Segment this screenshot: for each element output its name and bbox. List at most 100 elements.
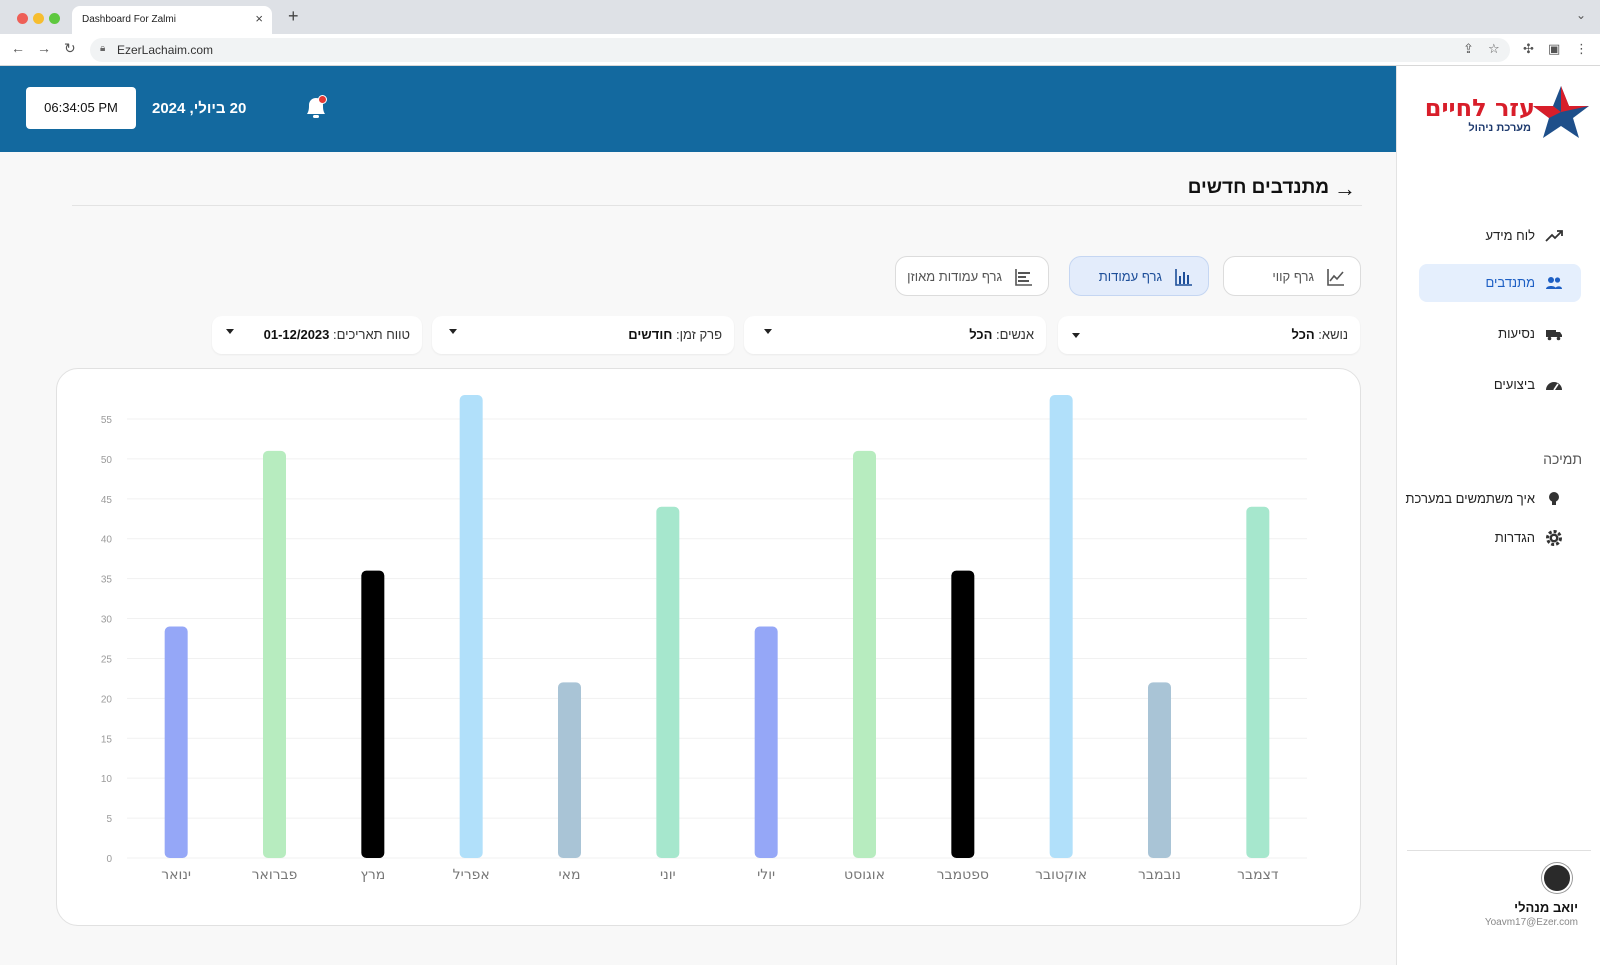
dropdown-caret-icon xyxy=(449,329,457,334)
users-icon xyxy=(1546,277,1562,289)
clock-display: 06:34:05 PM xyxy=(26,87,136,129)
toggle-line-chart[interactable]: גרף קווי xyxy=(1223,256,1361,296)
x-tick-label: אפריל xyxy=(453,867,490,883)
filter-value: הכל xyxy=(969,327,993,342)
back-arrow-icon[interactable]: → xyxy=(1334,176,1356,202)
bar xyxy=(951,570,975,858)
share-icon[interactable]: ⇪ xyxy=(1463,41,1474,57)
support-heading: תמיכה xyxy=(1543,451,1582,467)
notification-bell-icon[interactable] xyxy=(303,94,329,127)
gauge-icon xyxy=(1546,382,1562,391)
sidebar-item-performance[interactable]: ביצועים xyxy=(1419,366,1581,404)
sidebar-item-settings[interactable]: הגדרות xyxy=(1419,519,1581,557)
sidebar-item-label: איך משתמשים במערכת xyxy=(1405,491,1535,506)
trend-icon xyxy=(1545,230,1563,242)
bar xyxy=(1246,506,1270,858)
logo-text: עזר לחיים xyxy=(1424,94,1535,122)
url-field[interactable]: 🔒︎ EzerLachaim.com xyxy=(90,38,1510,62)
y-tick-label: 30 xyxy=(101,615,113,626)
filter-date-range[interactable]: טווח תאריכים: 01-12/2023 xyxy=(212,316,422,354)
y-tick-label: 50 xyxy=(101,455,113,466)
line-chart-icon xyxy=(1327,269,1344,286)
new-tab-icon[interactable]: + xyxy=(288,6,299,27)
user-email: Yoavm17@Ezer.com xyxy=(1484,917,1578,928)
browser-tab[interactable]: Dashboard For Zalmi × xyxy=(72,6,272,36)
sidebar-item-label: הגדרות xyxy=(1494,530,1535,545)
tab-close-icon[interactable]: × xyxy=(255,11,263,26)
y-tick-label: 15 xyxy=(101,734,113,745)
x-tick-label: ספטמבר xyxy=(937,867,989,883)
horizontal-bar-chart-icon xyxy=(1015,269,1032,286)
close-window-dot[interactable] xyxy=(17,13,28,24)
bar xyxy=(1049,395,1073,858)
logo[interactable]: עזר לחיים מערכת ניהול xyxy=(1415,76,1595,138)
maximize-window-dot[interactable] xyxy=(49,13,60,24)
reload-icon[interactable]: ↻ xyxy=(64,40,76,57)
toggle-label: גרף עמודות xyxy=(1098,269,1162,284)
sidebar-item-dashboard[interactable]: לוח מידע xyxy=(1419,217,1581,255)
filter-time-period[interactable]: פרק זמן: חודשים xyxy=(432,316,734,354)
y-tick-label: 0 xyxy=(106,854,112,865)
x-tick-label: יוני xyxy=(660,867,676,883)
address-bar: ← → ↻ 🔒︎ EzerLachaim.com ⇪ ☆ ✣ ▣ ⋮ xyxy=(0,34,1600,66)
dropdown-caret-icon xyxy=(1072,333,1080,338)
filter-value: 01-12/2023 xyxy=(263,327,330,342)
forward-icon[interactable]: → xyxy=(37,40,51,56)
date-display: 20 ביולי, 2024 xyxy=(152,100,247,117)
page-title: מתנדבים חדשים xyxy=(1187,177,1329,198)
filter-subject[interactable]: נושא: הכל xyxy=(1058,316,1360,354)
extensions-icon[interactable]: ✣ xyxy=(1523,41,1534,57)
url-text: EzerLachaim.com xyxy=(117,43,214,57)
browser-menu-icon[interactable]: ⋮ xyxy=(1575,41,1588,57)
minimize-window-dot[interactable] xyxy=(33,13,44,24)
x-tick-label: יולי xyxy=(757,867,775,883)
filter-label: טווח תאריכים: 01-12/2023 xyxy=(263,327,410,342)
chart-card: 0 5 10 15 20 25 30 35 40 45 50 55 ינואר פברואר מרץ אפרי… xyxy=(56,368,1361,926)
dropdown-caret-icon xyxy=(226,329,234,334)
bar xyxy=(1148,682,1171,858)
y-tick-label: 45 xyxy=(101,495,113,506)
browser-tab-bar: Dashboard For Zalmi × + ⌄ xyxy=(0,0,1600,36)
bar xyxy=(656,506,680,858)
toggle-horizontal-bar-chart[interactable]: גרף עמודות מאוזן xyxy=(895,256,1049,296)
y-tick-label: 20 xyxy=(101,694,113,705)
x-tick-label: פברואר xyxy=(252,867,298,883)
tab-menu-chevron-icon[interactable]: ⌄ xyxy=(1576,8,1586,22)
sidebar-item-label: נסיעות xyxy=(1498,326,1535,341)
side-panel-icon[interactable]: ▣ xyxy=(1548,41,1560,57)
filter-label: אנשים: הכל xyxy=(969,327,1034,342)
bar xyxy=(263,450,286,858)
avatar[interactable] xyxy=(1542,863,1572,893)
bar xyxy=(754,626,778,858)
tab-title: Dashboard For Zalmi xyxy=(82,14,176,25)
sidebar-item-how-to-use[interactable]: איך משתמשים במערכת xyxy=(1405,480,1581,518)
y-tick-label: 10 xyxy=(101,774,113,785)
sidebar-item-label: מתנדבים xyxy=(1485,275,1536,290)
sidebar-item-label: לוח מידע xyxy=(1485,228,1535,243)
x-tick-label: ינואר xyxy=(161,867,191,883)
toggle-label: גרף קווי xyxy=(1272,269,1314,284)
y-tick-label: 35 xyxy=(101,575,113,586)
y-tick-label: 40 xyxy=(101,535,113,546)
sidebar-item-trips[interactable]: נסיעות xyxy=(1419,315,1581,353)
x-tick-label: מרץ xyxy=(360,867,385,883)
gear-icon xyxy=(1546,530,1562,546)
user-name: יואב מנהלי xyxy=(1514,900,1578,915)
bar-chart: 0 5 10 15 20 25 30 35 40 45 50 55 ינואר פברואר מרץ אפרי… xyxy=(101,395,1307,883)
bar xyxy=(853,450,876,858)
x-tick-label: דצמבר xyxy=(1237,867,1279,883)
x-tick-label: מאי xyxy=(559,867,581,883)
bookmark-star-icon[interactable]: ☆ xyxy=(1488,41,1500,57)
title-divider xyxy=(72,205,1362,206)
filter-label: נושא: הכל xyxy=(1291,327,1348,342)
back-icon[interactable]: ← xyxy=(11,40,25,56)
bar xyxy=(558,682,581,858)
sidebar-item-volunteers[interactable]: מתנדבים xyxy=(1419,264,1581,302)
y-tick-label: 55 xyxy=(101,415,113,426)
logo-star-icon xyxy=(1531,84,1591,145)
bar-chart-icon xyxy=(1175,269,1192,286)
truck-icon xyxy=(1546,330,1562,341)
filter-people[interactable]: אנשים: הכל xyxy=(744,316,1046,354)
y-tick-label: 5 xyxy=(106,814,112,825)
toggle-bar-chart[interactable]: גרף עמודות xyxy=(1069,256,1209,296)
